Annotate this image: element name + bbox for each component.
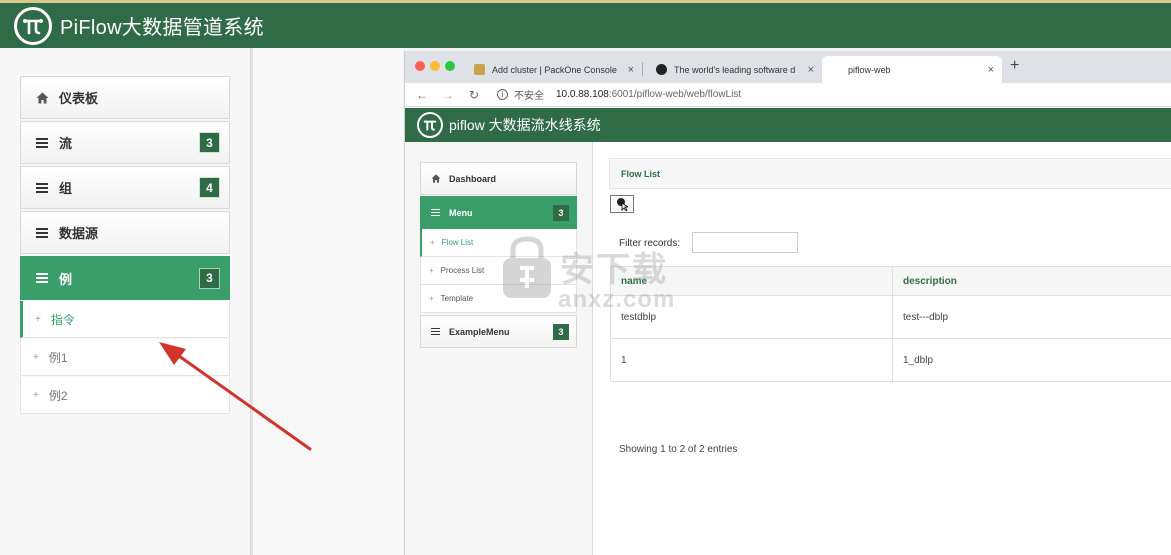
inner-title: piflow 大数据流水线系统 bbox=[449, 117, 601, 133]
inner-menu-menu[interactable]: Menu 3 bbox=[420, 196, 577, 229]
column-header-description[interactable]: description bbox=[892, 266, 1171, 296]
subitem-label: Flow List bbox=[441, 238, 474, 247]
menu-icon bbox=[35, 273, 49, 283]
count-badge: 3 bbox=[553, 204, 569, 221]
plus-icon: + bbox=[429, 266, 434, 275]
browser-tabbar: Add cluster | PackOne Console × The worl… bbox=[405, 51, 1171, 83]
back-icon[interactable]: ← bbox=[415, 88, 429, 102]
sidebar-item-label: 流 bbox=[59, 136, 73, 151]
panel-title: Flow List bbox=[609, 158, 1171, 189]
cursor-icon bbox=[617, 198, 628, 211]
browser-window: Add cluster | PackOne Console × The worl… bbox=[404, 51, 1171, 555]
tab-packone[interactable]: Add cluster | PackOne Console × bbox=[460, 56, 642, 83]
count-badge: 4 bbox=[199, 177, 220, 198]
close-tab-icon[interactable]: × bbox=[988, 64, 994, 76]
forward-icon[interactable]: → bbox=[441, 88, 455, 102]
sidebar-item-label: 仪表板 bbox=[59, 91, 99, 106]
sidebar-item-example[interactable]: 例 3 bbox=[20, 256, 230, 300]
inner-main: Flow List Filter records: name descripti… bbox=[594, 142, 1171, 555]
security-label: 不安全 bbox=[514, 91, 544, 102]
subitem-label: Template bbox=[440, 294, 474, 303]
pagination-info: Showing 1 to 2 of 2 entries bbox=[619, 444, 738, 455]
menu-icon bbox=[431, 209, 441, 216]
inner-subitem-process-list[interactable]: + Process List bbox=[420, 257, 577, 285]
flow-table: name description testdblp test---dblp 1 … bbox=[610, 266, 1171, 382]
close-window-icon[interactable] bbox=[415, 61, 425, 71]
tab-title: Add cluster | PackOne Console bbox=[492, 64, 617, 75]
info-icon: i bbox=[497, 89, 508, 100]
app-header: PiFlow大数据管道系统 bbox=[0, 0, 1171, 48]
minimize-window-icon[interactable] bbox=[430, 61, 440, 71]
inner-menu-label: ExampleMenu bbox=[449, 326, 510, 337]
inner-subitem-flow-list[interactable]: + Flow List bbox=[420, 229, 577, 257]
inner-menu-label: Dashboard bbox=[449, 173, 497, 184]
cell-name: testdblp bbox=[610, 295, 893, 339]
sidebar-item-dashboard[interactable]: 仪表板 bbox=[20, 76, 230, 119]
table-row[interactable]: 1 1_dblp bbox=[610, 338, 1171, 382]
address-bar: ← → ↻ i 不安全 10.0.88.108:6001/piflow-web/… bbox=[405, 83, 1171, 107]
menu-icon bbox=[35, 182, 49, 193]
inner-sidebar: Dashboard Menu 3 + Flow List + Process L… bbox=[405, 142, 593, 555]
count-badge: 3 bbox=[199, 132, 220, 153]
filter-input[interactable] bbox=[692, 232, 798, 253]
cell-description: test---dblp bbox=[892, 295, 1171, 339]
reload-icon[interactable]: ↻ bbox=[467, 88, 481, 102]
sidebar-subitem-instruction[interactable]: + 指令 bbox=[20, 301, 230, 338]
count-badge: 3 bbox=[553, 323, 569, 340]
menu-icon bbox=[35, 137, 49, 148]
sidebar-item-label: 例 bbox=[59, 271, 73, 287]
app-title: PiFlow大数据管道系统 bbox=[60, 17, 264, 39]
inner-menu-label: Menu bbox=[449, 207, 473, 218]
column-header-name[interactable]: name bbox=[610, 266, 893, 296]
inner-header: piflow 大数据流水线系统 bbox=[405, 108, 1171, 142]
menu-icon bbox=[431, 328, 441, 335]
subitem-label: Process List bbox=[440, 266, 485, 275]
new-tab-icon[interactable]: + bbox=[1010, 57, 1019, 75]
plus-icon: + bbox=[33, 351, 39, 363]
inner-menu-dashboard[interactable]: Dashboard bbox=[420, 162, 577, 195]
inner-subitem-template[interactable]: + Template bbox=[420, 285, 577, 313]
filter-label: Filter records: bbox=[619, 238, 681, 249]
sidebar-item-flow[interactable]: 流 3 bbox=[20, 121, 230, 164]
count-badge: 3 bbox=[199, 267, 220, 289]
close-tab-icon[interactable]: × bbox=[805, 63, 814, 76]
url-host[interactable]: 10.0.88.108 bbox=[556, 89, 609, 100]
annotation-arrow bbox=[159, 342, 312, 451]
piflow-logo-icon bbox=[14, 6, 52, 45]
sidebar-item-label: 组 bbox=[59, 181, 73, 196]
url-path[interactable]: :6001/piflow-web/web/flowList bbox=[609, 89, 741, 100]
tab-title: The world's leading software d bbox=[674, 64, 796, 75]
sidebar-item-label: 数据源 bbox=[59, 226, 99, 241]
table-header-row: name description bbox=[610, 266, 1171, 296]
plus-icon: + bbox=[35, 313, 41, 325]
add-flow-button[interactable] bbox=[610, 195, 634, 213]
cell-description: 1_dblp bbox=[892, 338, 1171, 382]
security-indicator[interactable]: i 不安全 bbox=[497, 87, 544, 102]
inner-menu-example[interactable]: ExampleMenu 3 bbox=[420, 315, 577, 348]
sidebar-item-group[interactable]: 组 4 bbox=[20, 166, 230, 209]
subitem-label: 例1 bbox=[48, 350, 68, 365]
cell-name: 1 bbox=[610, 338, 893, 382]
github-favicon-icon bbox=[656, 64, 667, 75]
plus-icon: + bbox=[33, 389, 39, 401]
close-tab-icon[interactable]: × bbox=[628, 64, 634, 76]
piflow-logo-icon bbox=[417, 112, 443, 138]
home-icon bbox=[35, 92, 49, 104]
tab-piflow-web[interactable]: piflow-web × bbox=[822, 56, 1002, 83]
blank-area bbox=[253, 48, 403, 555]
table-row[interactable]: testdblp test---dblp bbox=[610, 295, 1171, 339]
packone-favicon-icon bbox=[474, 64, 485, 75]
subitem-label: 例2 bbox=[48, 388, 68, 403]
home-icon bbox=[431, 174, 441, 183]
menu-icon bbox=[35, 227, 49, 238]
tab-github[interactable]: The world's leading software d × bbox=[642, 56, 822, 83]
sidebar-item-datasource[interactable]: 数据源 bbox=[20, 211, 230, 254]
plus-icon: + bbox=[430, 238, 435, 247]
tab-title: piflow-web bbox=[848, 64, 891, 75]
maximize-window-icon[interactable] bbox=[445, 61, 455, 71]
plus-icon: + bbox=[429, 294, 434, 303]
subitem-label: 指令 bbox=[50, 312, 75, 327]
